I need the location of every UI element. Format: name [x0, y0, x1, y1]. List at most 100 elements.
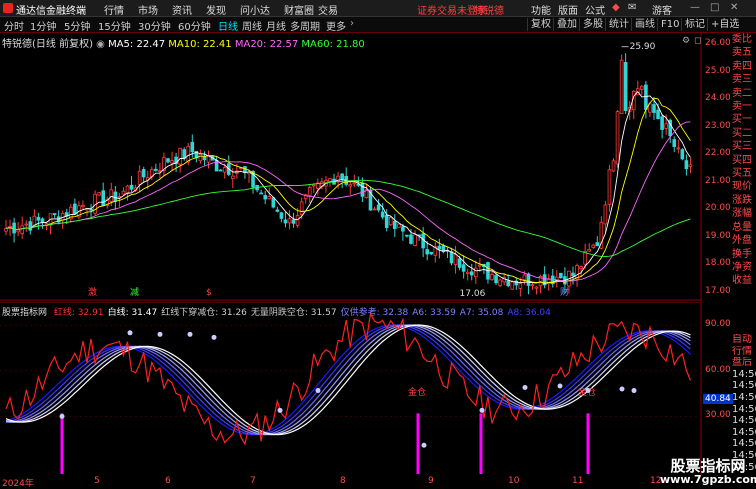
tick-time[interactable]: 14:56 [732, 427, 756, 439]
multi-stock-button[interactable]: 多股 [579, 18, 606, 31]
mail-icon[interactable]: ✉ [628, 2, 636, 13]
side-item[interactable]: 自动 [732, 334, 756, 346]
watermark-title: 股票指标网 [670, 457, 746, 475]
stats-button[interactable]: 统计 [605, 18, 632, 31]
tick-time[interactable]: 14:56 [732, 438, 756, 450]
menu-item-layout[interactable]: 版面 [558, 2, 578, 17]
period-60min[interactable]: 60分钟 [178, 18, 211, 33]
period-5min[interactable]: 5分钟 [64, 18, 90, 33]
side-item[interactable]: 买五 [732, 167, 756, 180]
candle [299, 201, 304, 215]
stock-name-notice[interactable]: 特锐德 [474, 2, 504, 17]
menu-item-formula[interactable]: 公式 [585, 2, 605, 17]
side-item[interactable]: 卖四 [732, 60, 756, 73]
indicator-chart[interactable]: 金仓 金仓 [0, 302, 702, 476]
indicator-name[interactable]: 股票指标网 [2, 308, 47, 318]
menu-item-function[interactable]: 功能 [531, 2, 551, 17]
side-item[interactable]: 卖五 [732, 46, 756, 59]
side-item[interactable]: 外盘 [732, 234, 756, 247]
tick-time[interactable]: 14:56 [732, 392, 756, 404]
overlay-button[interactable]: 叠加 [553, 18, 580, 31]
signal-bar [60, 413, 64, 474]
close-icon[interactable]: ✕ [730, 2, 738, 13]
maximize-icon[interactable]: □ [710, 2, 719, 13]
candle [425, 249, 429, 255]
side-item[interactable]: 行情 [732, 346, 756, 358]
buy-signal-label: 金仓 [408, 386, 426, 398]
candle [607, 169, 612, 205]
draw-button[interactable]: 画线 [631, 18, 658, 31]
tool-icon[interactable]: ◆ [612, 2, 620, 13]
user-guest[interactable]: 游客 [652, 2, 672, 17]
menu-item-quotes[interactable]: 行情 [104, 2, 124, 17]
add-favorite-button[interactable]: +自选 [707, 18, 742, 31]
crest-dot [211, 334, 217, 340]
candle [623, 62, 628, 111]
tick-time[interactable]: 14:56 [732, 369, 756, 381]
side-item[interactable]: 买四 [732, 154, 756, 167]
side-item[interactable]: 换手 [732, 248, 756, 261]
candle [154, 168, 158, 171]
tick-time[interactable]: 14:56 [732, 415, 756, 427]
side-item[interactable]: 卖二 [732, 87, 756, 100]
tick-time[interactable]: 14:56 [732, 404, 756, 416]
period-daily[interactable]: 日线 [218, 18, 238, 33]
candle [352, 182, 357, 185]
period-weekly[interactable]: 周线 [242, 18, 262, 33]
menu-item-market[interactable]: 市场 [138, 2, 158, 17]
candlestick-chart[interactable]: 25.90 17.06 激 减 $ 财 [0, 33, 702, 301]
menu-item-xiaoda[interactable]: 问小达 [240, 2, 270, 17]
side-item[interactable]: 卖一 [732, 100, 756, 113]
menu-item-discover[interactable]: 发现 [206, 2, 226, 17]
adjust-button[interactable]: 复权 [527, 18, 554, 31]
quote-side-panel: 委比 卖五 卖四 卖三 卖二 卖一 买一 买二 买三 买四 买五 现价 涨跌 涨幅 总量 外盘 换手 净资 收益 [732, 33, 756, 301]
period-more[interactable]: 更多 [326, 18, 346, 33]
period-monthly[interactable]: 月线 [266, 18, 286, 33]
side-item[interactable]: 涨跌 [732, 194, 756, 207]
menu-item-trade[interactable]: 交易 [318, 2, 338, 17]
candle [101, 190, 106, 207]
period-1min[interactable]: 1分钟 [30, 18, 56, 33]
side-item[interactable]: 委比 [732, 33, 756, 46]
f10-button[interactable]: F10 [657, 18, 682, 31]
expand-icon[interactable]: ◻ [694, 36, 701, 46]
settings-icon[interactable]: ⚙ [682, 36, 690, 46]
candle [307, 187, 312, 196]
candle [279, 212, 284, 219]
side-item[interactable]: 收益 [732, 274, 756, 287]
menu-item-wealth[interactable]: 财富圈 [284, 2, 314, 17]
side-item[interactable]: 买一 [732, 113, 756, 126]
period-30min[interactable]: 30分钟 [138, 18, 171, 33]
candle [97, 192, 101, 196]
price-tick: 26.00 [705, 38, 731, 48]
period-15min[interactable]: 15分钟 [98, 18, 131, 33]
menu-item-news[interactable]: 资讯 [172, 2, 192, 17]
side-item[interactable]: 现价 [732, 180, 756, 193]
candle [522, 274, 527, 281]
period-toolbar: 分时 1分钟 5分钟 15分钟 30分钟 60分钟 日线 周线 月线 多周期 更… [0, 17, 756, 33]
side-item[interactable]: 盘后 [732, 357, 756, 369]
side-item[interactable]: 买三 [732, 140, 756, 153]
crest-dot [127, 330, 133, 336]
candle [222, 167, 227, 173]
indicator-axis: 90.00 60.00 30.00 40.84 [703, 302, 733, 476]
stock-label[interactable]: 特锐德(日线 前复权) [2, 39, 93, 50]
candle [360, 182, 365, 197]
toggle-icon[interactable]: ◉ [96, 39, 108, 50]
side-item[interactable]: 涨幅 [732, 207, 756, 220]
candle [336, 175, 340, 183]
side-item[interactable]: 总量 [732, 221, 756, 234]
side-item[interactable]: 卖三 [732, 73, 756, 86]
candle [571, 272, 575, 277]
candle [473, 267, 478, 278]
side-item[interactable]: 买二 [732, 127, 756, 140]
period-multi[interactable]: 多周期 [290, 18, 320, 33]
side-item[interactable]: 净资 [732, 261, 756, 274]
period-tick[interactable]: 分时 [4, 18, 24, 33]
mark-button[interactable]: 标记 [681, 18, 708, 31]
tick-side-panel: 自动行情盘后14:5614:5614:5614:5614:5614:5614:5… [732, 334, 756, 473]
minimize-icon[interactable]: — [690, 2, 700, 13]
chevron-right-icon[interactable]: › [350, 18, 354, 29]
crest-dot [277, 407, 283, 413]
tick-time[interactable]: 14:56 [732, 380, 756, 392]
